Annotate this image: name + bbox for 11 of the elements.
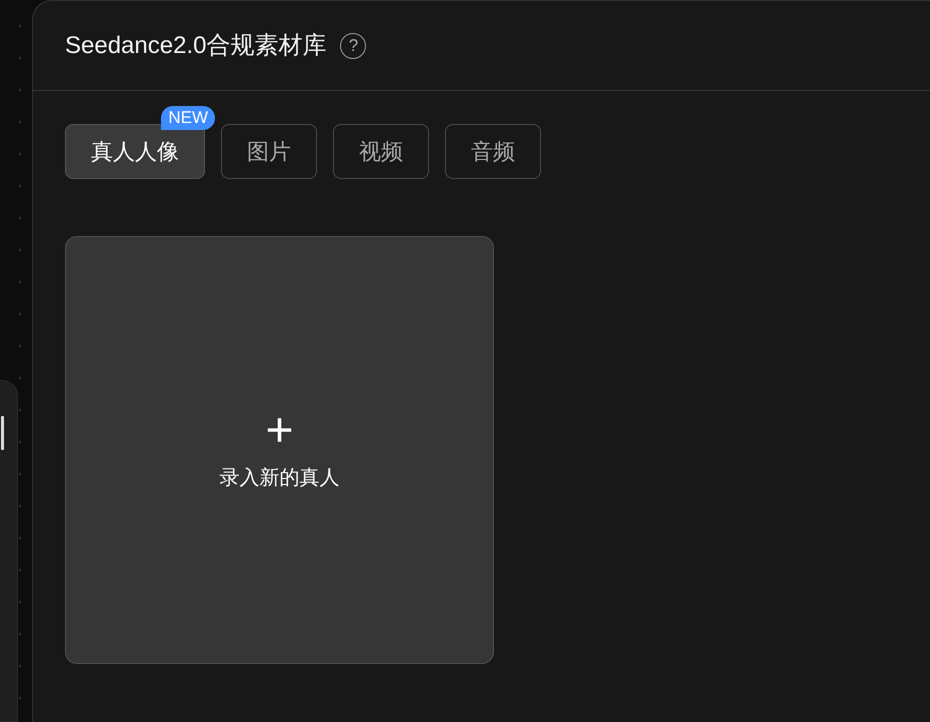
panel-title: Seedance2.0合规素材库 — [65, 30, 326, 60]
help-icon[interactable]: ? — [340, 32, 366, 58]
category-tab[interactable]: 图片 — [221, 124, 317, 179]
add-person-label: 录入新的真人 — [220, 466, 340, 491]
category-tab[interactable]: 视频 — [333, 124, 429, 179]
add-person-card[interactable]: + 录入新的真人 — [65, 236, 494, 664]
new-badge: NEW — [161, 106, 215, 130]
category-tab[interactable]: 真人人像 — [65, 124, 205, 179]
category-tab[interactable]: 音频 — [445, 124, 541, 179]
plus-icon: + — [265, 407, 294, 455]
handle-icon[interactable] — [1, 416, 4, 450]
